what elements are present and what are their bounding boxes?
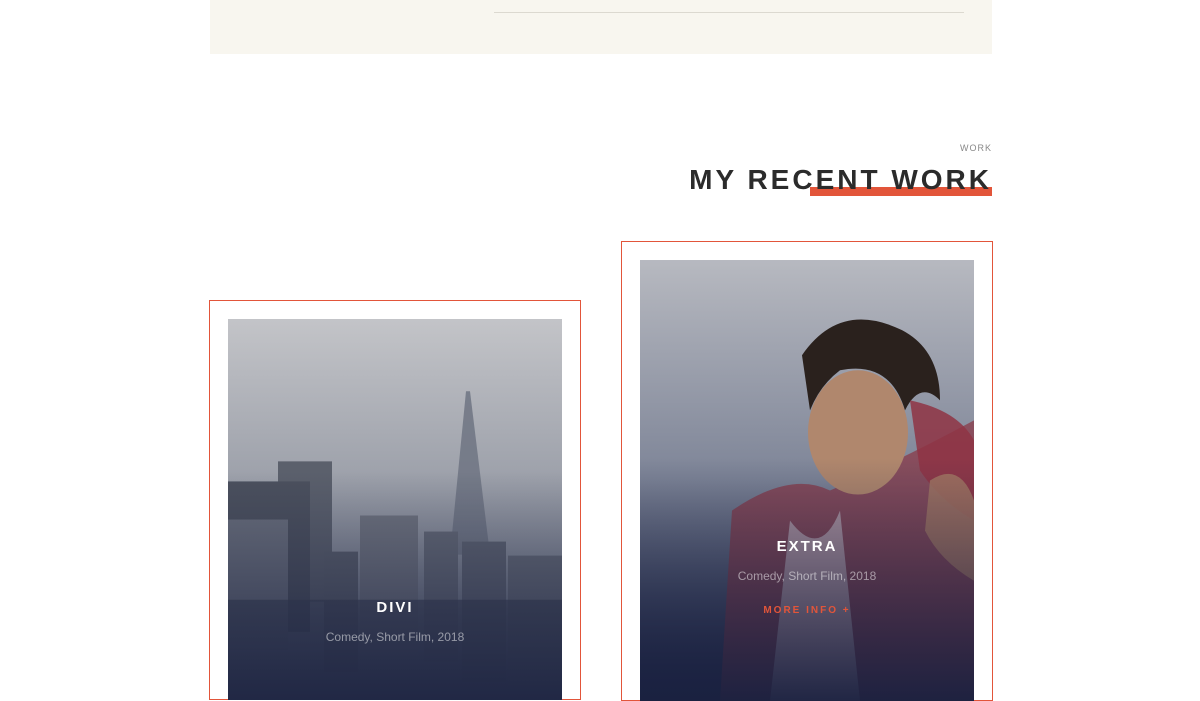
- top-section-band: [210, 0, 992, 54]
- project-card-divi[interactable]: DIVI Comedy, Short Film, 2018: [209, 300, 581, 700]
- section-title-wrap: MY RECENT WORK: [689, 160, 992, 200]
- project-info: EXTRA Comedy, Short Film, 2018 MORE INFO…: [622, 538, 992, 618]
- section-eyebrow: WORK: [960, 143, 992, 153]
- project-title: EXTRA: [776, 538, 838, 555]
- project-image-portrait: [640, 260, 974, 701]
- portrait-image: [640, 260, 974, 701]
- section-title: MY RECENT WORK: [689, 164, 992, 195]
- section-divider: [494, 12, 964, 13]
- project-info: DIVI Comedy, Short Film, 2018: [210, 599, 580, 644]
- project-card-extra[interactable]: EXTRA Comedy, Short Film, 2018 MORE INFO…: [621, 241, 993, 701]
- project-meta: Comedy, Short Film, 2018: [325, 630, 465, 644]
- project-meta: Comedy, Short Film, 2018: [737, 569, 877, 583]
- more-info-link[interactable]: MORE INFO +: [763, 605, 850, 616]
- project-title: DIVI: [376, 599, 414, 616]
